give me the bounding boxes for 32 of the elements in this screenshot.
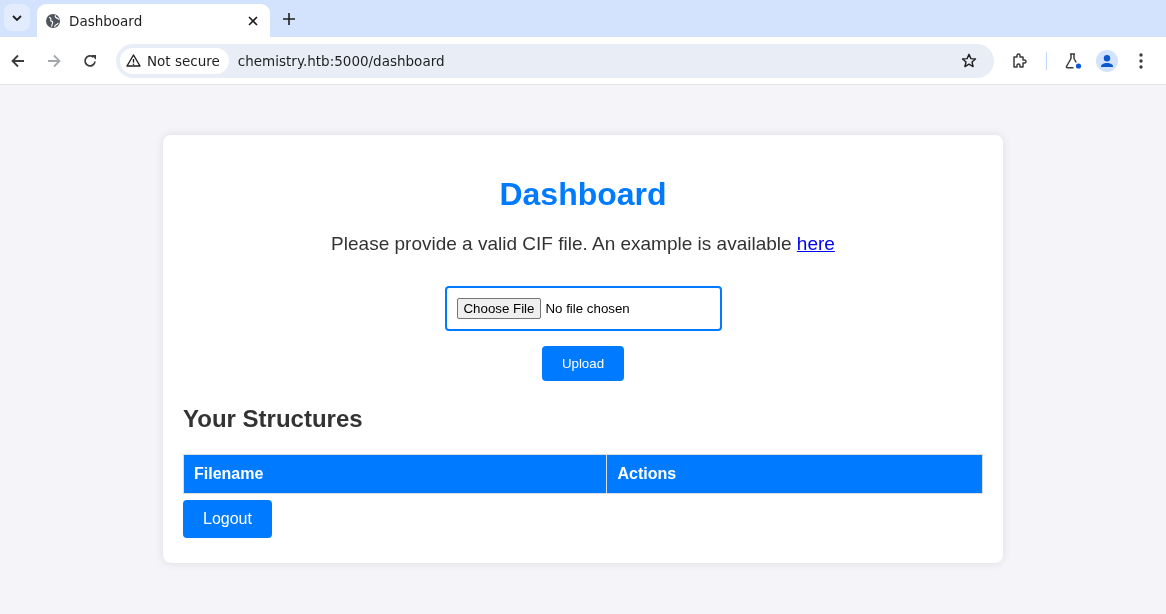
browser-tab[interactable]: Dashboard xyxy=(37,4,270,37)
address-bar[interactable]: Not secure chemistry.htb:5000/dashboard xyxy=(116,43,994,78)
tab-title: Dashboard xyxy=(69,12,144,29)
close-icon xyxy=(248,15,258,26)
back-arrow-icon xyxy=(11,53,25,68)
chevron-down-icon xyxy=(12,14,22,21)
new-tab-button[interactable] xyxy=(283,13,295,25)
file-status-text: No file chosen xyxy=(545,301,630,316)
close-tab-button[interactable] xyxy=(248,15,258,26)
logout-button[interactable]: Logout xyxy=(183,500,272,538)
tab-list-button[interactable] xyxy=(4,4,30,31)
page-title: Dashboard xyxy=(498,176,668,213)
avatar-icon xyxy=(1096,49,1118,72)
url-text: chemistry.htb:5000/dashboard xyxy=(237,52,446,69)
globe-icon xyxy=(46,13,60,28)
kebab-menu-icon xyxy=(1139,52,1143,69)
flask-icon xyxy=(1064,52,1082,69)
plus-icon xyxy=(283,13,295,25)
intro-text: Please provide a valid CIF file. An example is available here xyxy=(330,233,836,255)
example-link[interactable]: here xyxy=(796,233,835,254)
puzzle-icon xyxy=(1012,52,1028,69)
column-header: Filename xyxy=(183,454,607,494)
warning-icon xyxy=(126,54,141,67)
section-heading: Your Structures xyxy=(183,405,364,433)
star-icon xyxy=(961,52,977,69)
forward-arrow-icon xyxy=(47,53,61,68)
column-header: Actions xyxy=(606,454,983,494)
security-chip[interactable]: Not secure xyxy=(120,47,229,74)
reload-icon xyxy=(83,53,97,68)
file-input-field[interactable]: Choose File No file chosen xyxy=(444,286,722,331)
upload-button[interactable]: Upload xyxy=(541,346,625,381)
choose-file-button[interactable]: Choose File xyxy=(456,298,542,319)
